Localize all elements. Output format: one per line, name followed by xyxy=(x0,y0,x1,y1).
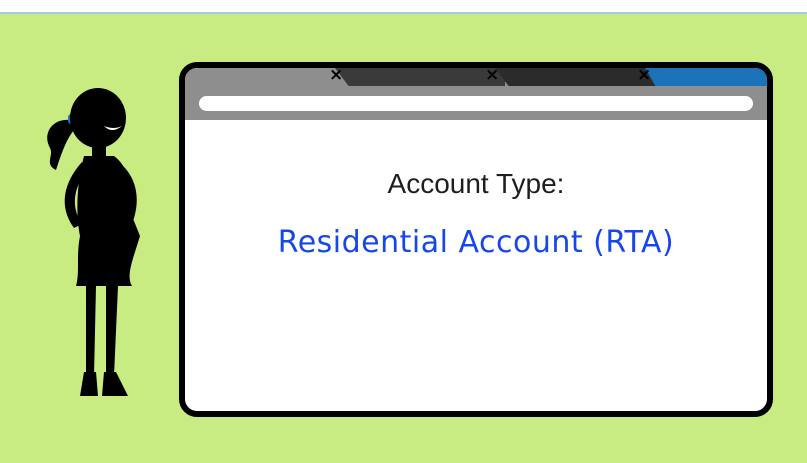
woman-silhouette-illustration xyxy=(47,88,140,396)
browser-window: × × × Account Type: Residential Account … xyxy=(179,62,773,417)
address-bar[interactable] xyxy=(199,96,753,111)
browser-chrome: × × × xyxy=(185,68,767,120)
browser-tab[interactable] xyxy=(335,68,505,86)
account-type-label: Account Type: xyxy=(387,168,565,199)
account-type-value: Residential Account (RTA) xyxy=(277,225,675,260)
browser-tab-active[interactable] xyxy=(645,68,767,86)
browser-content: Account Type: Residential Account (RTA) xyxy=(185,120,767,411)
tab-close-icon[interactable]: × xyxy=(637,68,651,85)
top-border xyxy=(0,0,807,14)
tab-close-icon[interactable]: × xyxy=(329,68,343,85)
tab-close-icon[interactable]: × xyxy=(485,68,499,85)
